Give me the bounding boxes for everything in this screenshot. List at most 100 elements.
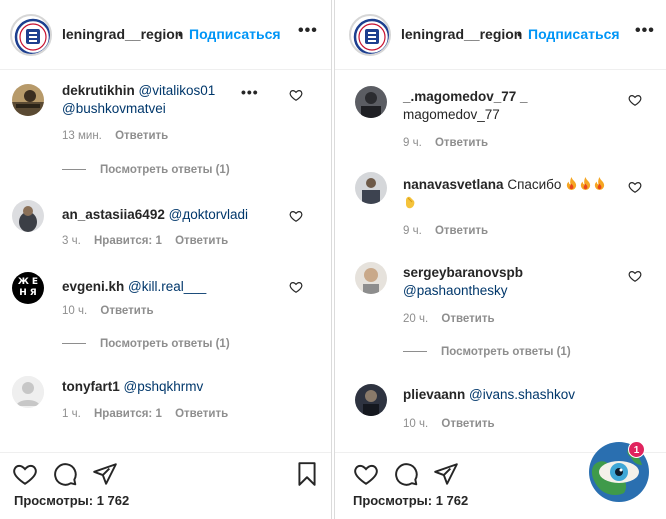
comment-meta: 9 ч. Ответить <box>403 225 498 237</box>
likes-count[interactable]: Нравится: 1 <box>94 235 162 247</box>
separator-dot: • <box>178 26 183 42</box>
commenter-avatar[interactable] <box>355 86 387 118</box>
comment-mention[interactable]: @bushkovmatvei <box>62 101 166 116</box>
comment-time: 13 мин. <box>62 130 102 142</box>
post-header: leningrad__region • Подписаться ••• <box>0 0 331 70</box>
commenter-avatar[interactable] <box>355 172 387 204</box>
replies-divider <box>62 169 86 171</box>
comment-item: dekrutikhin @vitalikos01 @bushkovmatvei … <box>0 80 331 150</box>
replies-divider <box>62 343 86 345</box>
avatar-label: ЖЕНЯ <box>17 277 42 298</box>
comment-username[interactable]: evgeni.kh <box>62 279 124 294</box>
comment-time: 3 ч. <box>62 235 81 247</box>
comment-item: nanavasvetlana Спасибо 9 ч. Ответить <box>335 170 666 240</box>
comment-mention[interactable]: @vitalikos01 <box>139 83 216 98</box>
heart-icon[interactable] <box>628 180 642 194</box>
bookmark-icon[interactable] <box>294 461 320 487</box>
comment-text: plievaann @ivans.shashkov <box>403 386 623 404</box>
account-username[interactable]: leningrad__region <box>62 26 183 42</box>
comment-item: _.magomedov_77 _ magomedov_77 9 ч. Ответ… <box>335 84 666 150</box>
comment-time: 1 ч. <box>62 408 81 420</box>
commenter-avatar[interactable] <box>355 262 387 294</box>
comment-username[interactable]: nanavasvetlana <box>403 177 504 192</box>
comment-meta: 9 ч. Ответить <box>403 137 498 149</box>
comment-username[interactable]: tonyfart1 <box>62 379 120 394</box>
comment-item: an_astasiia6492 @доktorvladi 3 ч. Нравит… <box>0 198 331 258</box>
comment-meta: 1 ч. Нравится: 1 Ответить <box>62 408 238 420</box>
post-more-icon[interactable]: ••• <box>298 22 318 40</box>
commenter-avatar[interactable] <box>12 376 44 408</box>
notification-badge: 1 <box>628 441 645 458</box>
heart-icon[interactable] <box>353 461 379 487</box>
comment-text: evgeni.kh @kill.real___ <box>62 278 302 296</box>
comment-more-icon[interactable]: ••• <box>241 84 259 100</box>
comment-meta: 10 ч. Ответить <box>62 305 164 317</box>
commenter-avatar[interactable] <box>12 200 44 232</box>
reply-button[interactable]: Ответить <box>100 305 153 317</box>
comment-username[interactable]: plievaann <box>403 387 465 402</box>
comment-meta: 10 ч. Ответить <box>403 418 505 430</box>
fire-emoji-icon <box>595 177 605 190</box>
comment-mention[interactable]: @pashaonthesky <box>403 283 508 298</box>
clapping-hands-emoji-icon <box>406 196 415 209</box>
comment-meta: 3 ч. Нравится: 1 Ответить <box>62 235 238 247</box>
view-replies-button[interactable]: Посмотреть ответы (1) <box>62 338 230 350</box>
heart-icon[interactable] <box>12 461 38 487</box>
views-count: Просмотры: 1 762 <box>14 493 130 508</box>
view-replies-label: Посмотреть ответы (1) <box>100 164 230 176</box>
follow-button[interactable]: Подписаться <box>528 26 620 42</box>
comment-mention[interactable]: @доktorvladi <box>169 207 248 222</box>
heart-icon[interactable] <box>628 269 642 283</box>
heart-icon[interactable] <box>289 88 303 102</box>
account-username[interactable]: leningrad__region <box>401 26 522 42</box>
reply-button[interactable]: Ответить <box>435 137 488 149</box>
post-more-icon[interactable]: ••• <box>635 22 655 40</box>
comment-icon[interactable] <box>393 461 419 487</box>
comment-body: Спасибо <box>507 177 562 192</box>
comment-item: sergeybaranovspb @pashaonthesky 20 ч. От… <box>335 260 666 330</box>
comment-meta: 13 мин. Ответить <box>62 130 178 142</box>
commenter-avatar[interactable]: ЖЕНЯ <box>12 272 44 304</box>
separator-dot: • <box>517 26 522 42</box>
comment-username[interactable]: dekrutikhin <box>62 83 135 98</box>
follow-button[interactable]: Подписаться <box>189 26 281 42</box>
account-avatar[interactable] <box>10 14 52 56</box>
share-icon[interactable] <box>433 461 459 487</box>
heart-icon[interactable] <box>628 93 642 107</box>
reply-button[interactable]: Ответить <box>175 235 228 247</box>
comment-mention[interactable]: @kill.real___ <box>128 279 206 294</box>
reply-button[interactable]: Ответить <box>441 418 494 430</box>
reply-button[interactable]: Ответить <box>441 313 494 325</box>
reply-button[interactable]: Ответить <box>115 130 168 142</box>
comment-text: dekrutikhin @vitalikos01 @bushkovmatvei <box>62 82 262 118</box>
reply-button[interactable]: Ответить <box>175 408 228 420</box>
view-replies-button[interactable]: Посмотреть ответы (1) <box>403 346 571 358</box>
heart-icon[interactable] <box>289 280 303 294</box>
comment-icon[interactable] <box>52 461 78 487</box>
comment-text: sergeybaranovspb @pashaonthesky <box>403 264 613 300</box>
view-replies-button[interactable]: Посмотреть ответы (1) <box>62 164 230 176</box>
view-replies-label: Посмотреть ответы (1) <box>441 346 571 358</box>
comment-username[interactable]: sergeybaranovspb <box>403 265 523 280</box>
comment-meta: 20 ч. Ответить <box>403 313 505 325</box>
comment-item: tonyfart1 @pshqkhrmv 1 ч. Нравится: 1 От… <box>0 372 331 432</box>
comment-mention[interactable]: @ivans.shashkov <box>469 387 575 402</box>
comment-item: ЖЕНЯ evgeni.kh @kill.real___ 10 ч. Ответ… <box>0 268 331 328</box>
likes-count[interactable]: Нравится: 1 <box>94 408 162 420</box>
reply-button[interactable]: Ответить <box>435 225 488 237</box>
comment-text: nanavasvetlana Спасибо <box>403 176 613 212</box>
share-icon[interactable] <box>92 461 118 487</box>
commenter-avatar[interactable] <box>355 384 387 416</box>
post-actions-bar: Просмотры: 1 762 <box>0 452 331 519</box>
comment-mention[interactable]: @pshqkhrmv <box>124 379 204 394</box>
comment-time: 9 ч. <box>403 137 422 149</box>
comment-username[interactable]: an_astasiia6492 <box>62 207 165 222</box>
comment-body: magomedov_77 <box>403 107 500 122</box>
comment-time: 10 ч. <box>403 418 429 430</box>
account-avatar[interactable] <box>349 14 391 56</box>
comment-username[interactable]: _.magomedov_77 _ <box>403 89 528 104</box>
comment-item: plievaann @ivans.shashkov 10 ч. Ответить <box>335 382 666 442</box>
commenter-avatar[interactable] <box>12 84 44 116</box>
post-panel-left: leningrad__region • Подписаться ••• dekr… <box>0 0 332 519</box>
heart-icon[interactable] <box>289 209 303 223</box>
